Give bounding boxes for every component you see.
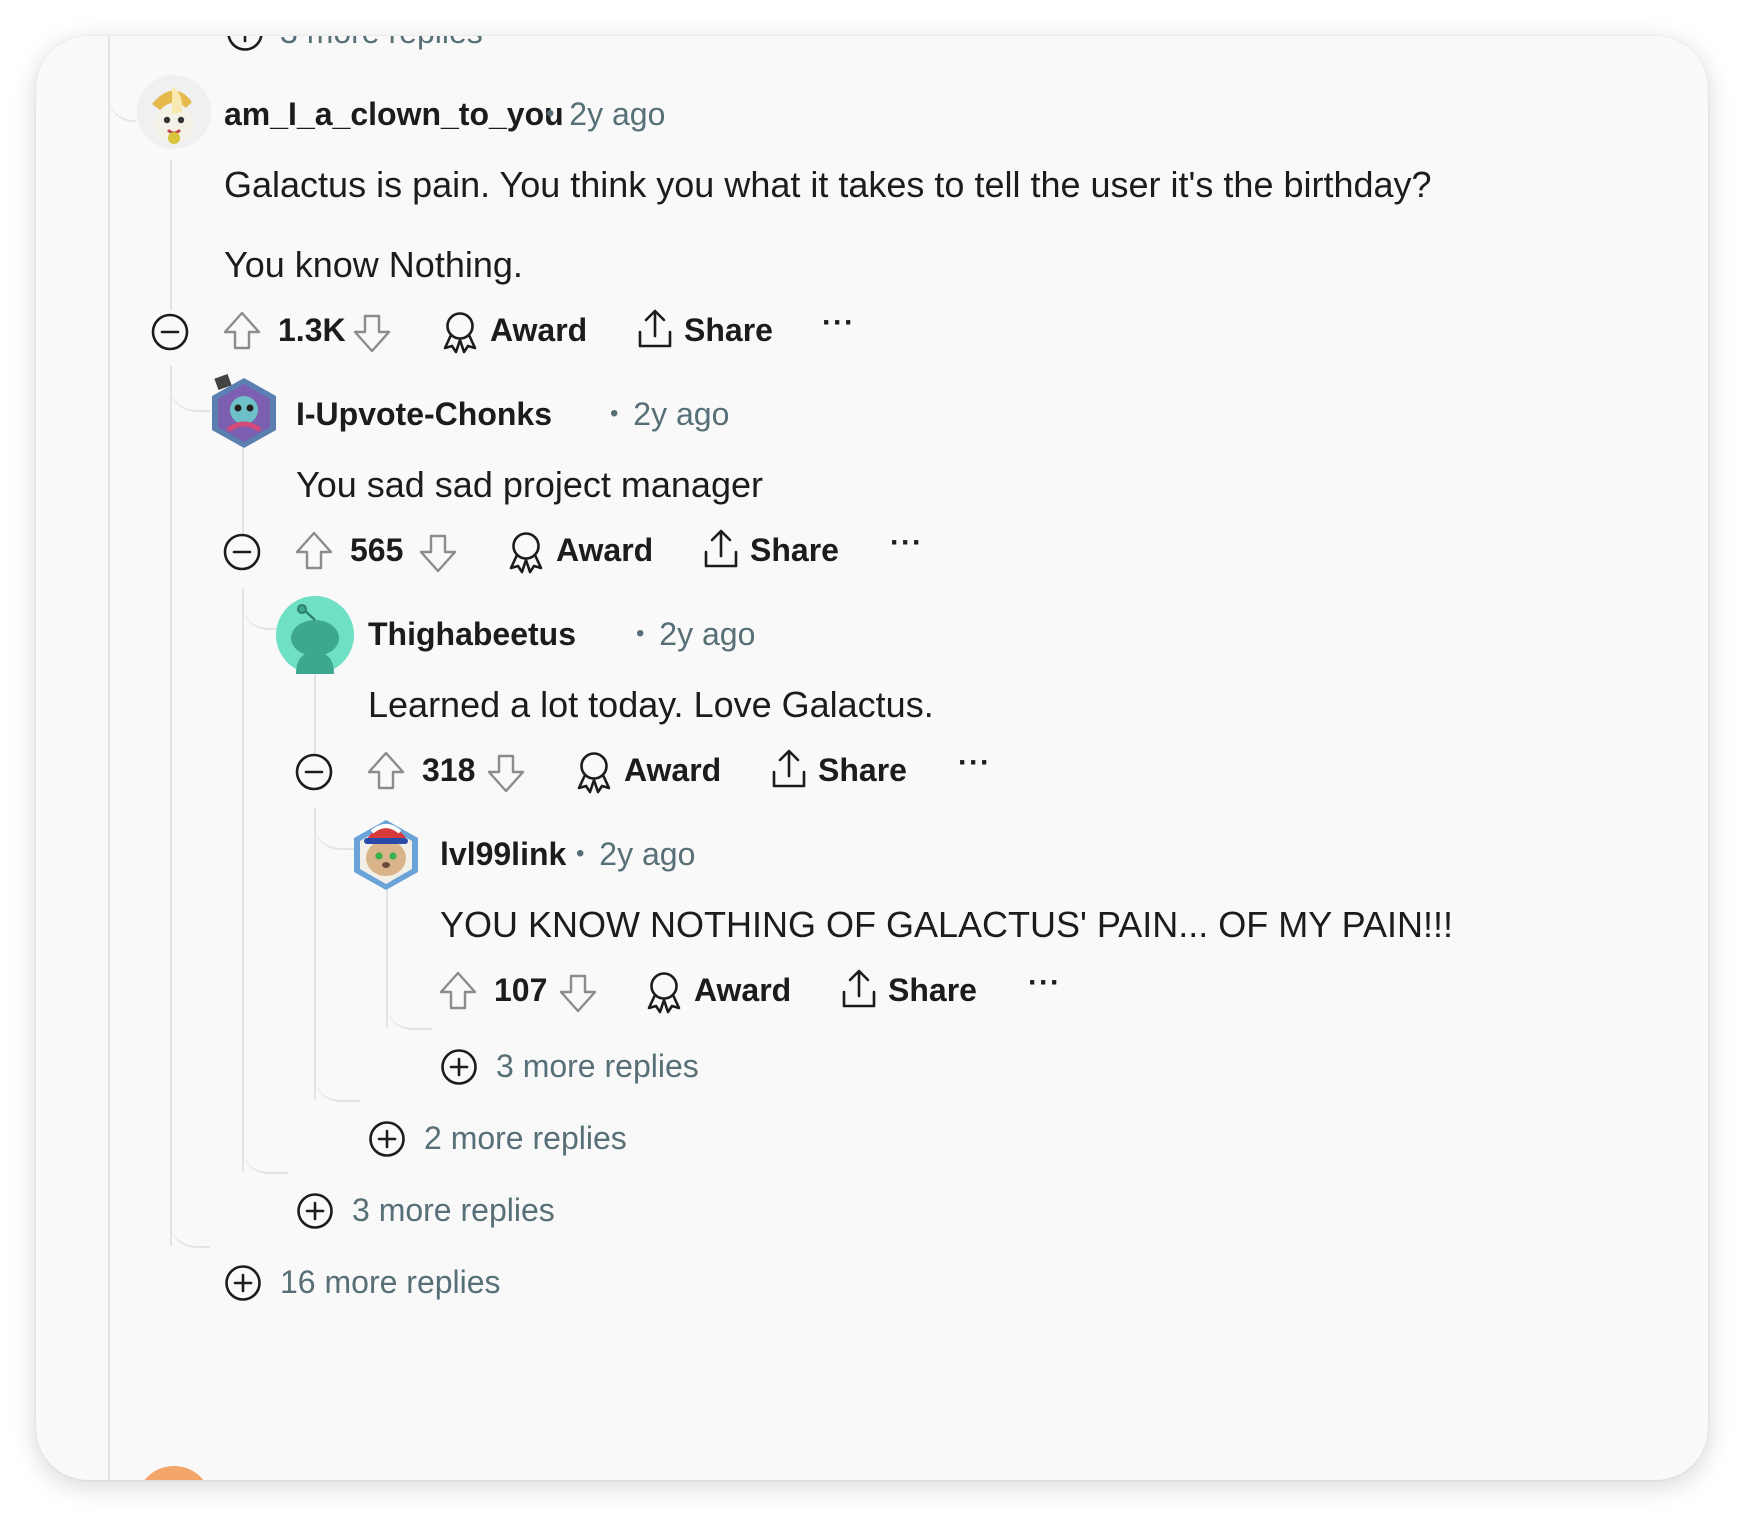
upvote-icon[interactable] (222, 310, 262, 357)
timestamp: • 2y ago (576, 836, 695, 873)
downvote-icon[interactable] (486, 752, 526, 799)
collapse-icon[interactable] (150, 312, 190, 357)
avatar[interactable] (136, 1466, 212, 1480)
thread-connector (170, 366, 210, 412)
more-replies-row[interactable]: 3 more replies (296, 1188, 616, 1234)
downvote-icon[interactable] (558, 972, 598, 1019)
overflow-icon[interactable]: ··· (958, 746, 991, 780)
share-icon (770, 748, 808, 795)
avatar[interactable] (276, 596, 354, 674)
avatar[interactable] (136, 74, 212, 150)
thread-connector (242, 1126, 288, 1174)
expand-icon[interactable] (226, 36, 264, 57)
vote-score: 318 (422, 752, 476, 788)
comment-body: You know Nothing. (224, 244, 523, 285)
expand-icon (296, 1192, 334, 1235)
share-button[interactable]: Share (636, 302, 786, 362)
award-icon (574, 750, 614, 799)
vote-score: 1.3K (278, 312, 346, 348)
timestamp-text: 2y ago (659, 616, 756, 652)
share-icon (840, 968, 878, 1015)
award-button[interactable]: Award (644, 962, 794, 1022)
thread-connector (314, 1054, 360, 1102)
more-replies-link[interactable]: 3 more replies (280, 36, 483, 51)
share-label: Share (818, 752, 907, 788)
expand-icon (368, 1120, 406, 1163)
comment-body: Learned a lot today. Love Galactus. (368, 684, 934, 725)
thread-line-root[interactable] (108, 36, 110, 1480)
award-icon (644, 970, 684, 1019)
username[interactable]: lvl99link (440, 836, 566, 873)
thread-line-level1[interactable] (170, 366, 172, 1246)
separator-dot: • (576, 840, 585, 867)
more-replies-row[interactable]: 3 more replies (440, 1044, 760, 1090)
downvote-icon[interactable] (418, 532, 458, 579)
comment-body: Galactus is pain. You think you what it … (224, 164, 1432, 205)
award-label: Award (556, 532, 654, 568)
comment-actions: 318 Award Share ··· (294, 742, 1054, 802)
collapse-icon[interactable] (222, 532, 262, 577)
share-button[interactable]: Share (840, 962, 990, 1022)
downvote-icon[interactable] (352, 312, 392, 359)
award-label: Award (490, 312, 588, 348)
more-replies-link: 3 more replies (352, 1192, 555, 1228)
timestamp: • 2y ago (636, 616, 755, 653)
share-button[interactable]: Share (702, 522, 852, 582)
avatar[interactable] (348, 812, 424, 890)
share-icon (702, 528, 740, 575)
comment-actions: 565 Award Share ··· (222, 522, 982, 582)
share-label: Share (888, 972, 977, 1008)
avatar[interactable] (206, 373, 282, 450)
separator-dot: • (610, 400, 619, 427)
comment-thread-card: 3 more replies am_I_a_clown_to_you • 2y … (36, 36, 1708, 1480)
thread-line-level1[interactable] (170, 160, 172, 310)
award-label: Award (624, 752, 722, 788)
more-replies-row[interactable]: 16 more replies (224, 1260, 564, 1306)
comment-body: YOU KNOW NOTHING OF GALACTUS' PAIN... OF… (440, 904, 1453, 945)
more-replies-link: 2 more replies (424, 1120, 627, 1156)
username[interactable]: am_I_a_clown_to_you (224, 96, 564, 133)
overflow-icon[interactable]: ··· (822, 306, 855, 340)
share-label: Share (684, 312, 773, 348)
award-button[interactable]: Award (574, 742, 724, 802)
timestamp: • 2y ago (546, 96, 665, 133)
username[interactable]: I-Upvote-Chonks (296, 396, 552, 433)
expand-icon (440, 1048, 478, 1091)
comment-body: You sad sad project manager (296, 464, 763, 505)
share-label: Share (750, 532, 839, 568)
timestamp: • 2y ago (610, 396, 729, 433)
separator-dot: • (636, 620, 645, 647)
timestamp-text: 2y ago (569, 96, 666, 132)
award-button[interactable]: Award (440, 302, 590, 362)
award-icon (506, 530, 546, 579)
thread-line-level2[interactable] (242, 588, 244, 1172)
thread-connector (170, 1196, 210, 1248)
comment-actions: 107 Award Share ··· (438, 962, 1098, 1022)
award-label: Award (694, 972, 792, 1008)
username[interactable]: Thighabeetus (368, 616, 576, 653)
timestamp-text: 2y ago (599, 836, 696, 872)
thread-connector (108, 76, 136, 122)
expand-icon (224, 1264, 262, 1307)
upvote-icon[interactable] (366, 750, 406, 797)
upvote-icon[interactable] (438, 970, 478, 1017)
upvote-icon[interactable] (294, 530, 334, 577)
share-icon (636, 308, 674, 355)
more-replies-link: 3 more replies (496, 1048, 699, 1084)
vote-score: 565 (350, 532, 404, 568)
comment-actions: 1.3K Award Share ··· (150, 302, 910, 362)
award-icon (440, 310, 480, 359)
vote-score: 107 (494, 972, 548, 1008)
share-button[interactable]: Share (770, 742, 920, 802)
overflow-icon[interactable]: ··· (1028, 966, 1061, 1000)
more-replies-link: 16 more replies (280, 1264, 501, 1300)
timestamp-text: 2y ago (633, 396, 730, 432)
thread-connector (386, 982, 432, 1030)
overflow-icon[interactable]: ··· (890, 526, 923, 560)
more-replies-row[interactable]: 2 more replies (368, 1116, 688, 1162)
award-button[interactable]: Award (506, 522, 656, 582)
collapse-icon[interactable] (294, 752, 334, 797)
separator-dot: • (546, 100, 555, 127)
